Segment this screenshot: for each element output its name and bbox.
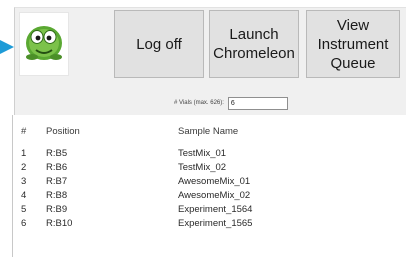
table-row[interactable]: 5 R:B9 Experiment_1564	[13, 203, 393, 217]
header-num: #	[21, 126, 27, 137]
header-sample-name: Sample Name	[178, 126, 239, 137]
row-num: 3	[21, 176, 27, 187]
row-sample-name: TestMix_01	[178, 148, 227, 159]
launch-chromeleon-label: Launch Chromeleon	[213, 26, 295, 62]
row-num: 1	[21, 148, 27, 159]
table-header: # Position Sample Name	[13, 125, 393, 139]
view-instrument-queue-label: View Instrument Queue	[317, 16, 389, 72]
sample-table: # Position Sample Name 1 R:B5 TestMix_01…	[12, 115, 406, 257]
green-robot-mascot-icon	[19, 12, 69, 76]
log-off-button[interactable]: Log off	[114, 10, 204, 78]
arrow-tab-icon	[0, 40, 14, 54]
table-row[interactable]: 1 R:B5 TestMix_01	[13, 147, 393, 161]
launch-chromeleon-button[interactable]: Launch Chromeleon	[209, 10, 299, 78]
vials-row: # Vials (max. 626):	[174, 95, 288, 111]
table-row[interactable]: 2 R:B6 TestMix_02	[13, 161, 393, 175]
row-sample-name: TestMix_02	[178, 162, 227, 173]
table-row[interactable]: 3 R:B7 AwesomeMix_01	[13, 175, 393, 189]
row-sample-name: Experiment_1565	[178, 218, 253, 229]
row-sample-name: Experiment_1564	[178, 204, 253, 215]
row-num: 2	[21, 162, 27, 173]
row-num: 5	[21, 204, 27, 215]
vials-count-input[interactable]	[227, 96, 288, 110]
row-position: R:B6	[46, 162, 68, 173]
header-position: Position	[46, 126, 80, 137]
row-sample-name: AwesomeMix_02	[178, 190, 251, 201]
row-position: R:B9	[46, 204, 68, 215]
row-position: R:B7	[46, 176, 68, 187]
row-num: 6	[21, 218, 27, 229]
table-row[interactable]: 4 R:B8 AwesomeMix_02	[13, 189, 393, 203]
table-row[interactable]: 6 R:B10 Experiment_1565	[13, 217, 393, 231]
row-position: R:B8	[46, 190, 68, 201]
row-position: R:B10	[46, 218, 73, 229]
row-num: 4	[21, 190, 27, 201]
row-sample-name: AwesomeMix_01	[178, 176, 251, 187]
app-window: Log off Launch Chromeleon View Instrumen…	[0, 0, 406, 257]
log-off-label: Log off	[136, 35, 182, 53]
view-instrument-queue-button[interactable]: View Instrument Queue	[306, 10, 400, 78]
row-position: R:B5	[46, 148, 68, 159]
vials-label: # Vials (max. 626):	[174, 100, 224, 106]
